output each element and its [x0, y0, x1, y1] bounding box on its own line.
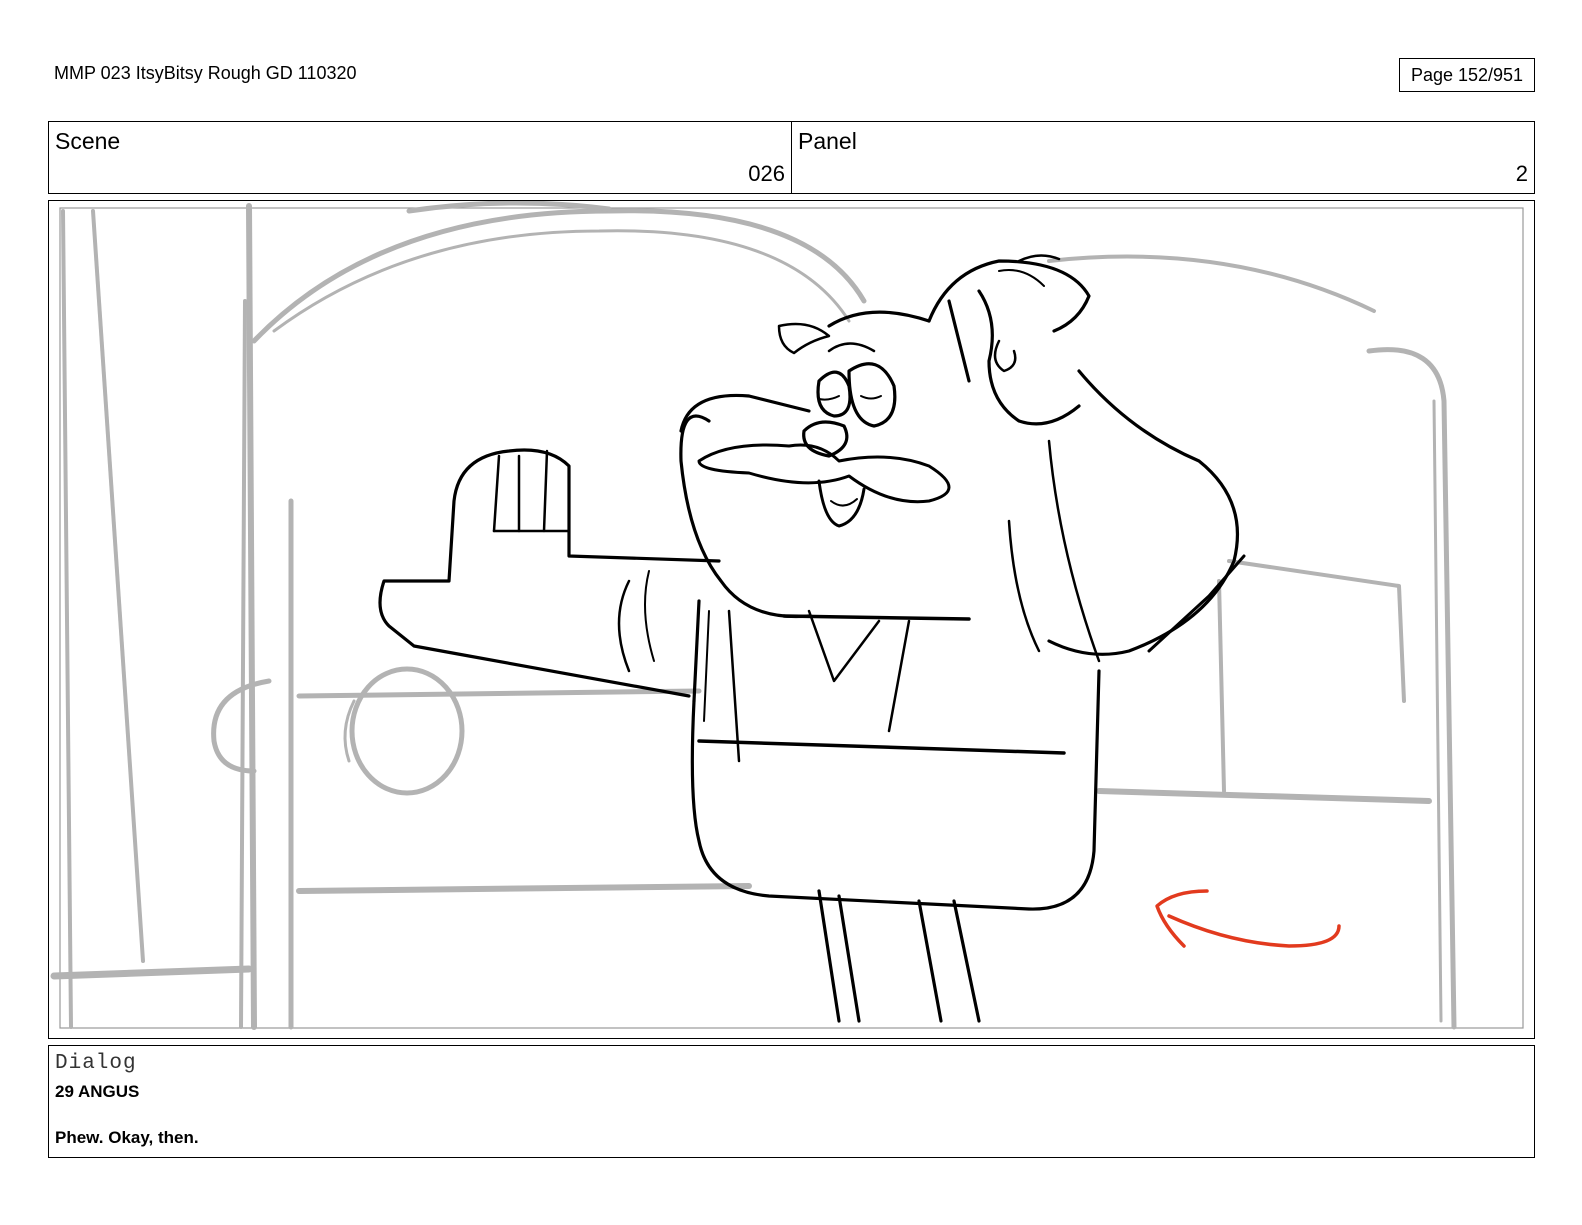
scene-number: 026 — [748, 161, 785, 186]
panel-cell: Panel 2 — [792, 122, 1534, 193]
dialog-label: Dialog — [55, 1052, 137, 1075]
storyboard-frame — [48, 200, 1535, 1039]
dialog-box: Dialog 29 ANGUS Phew. Okay, then. — [48, 1045, 1535, 1158]
scene-panel-header: Scene 026 Panel 2 — [48, 121, 1535, 194]
background-sketch — [50, 201, 1457, 1030]
panel-label: Panel — [798, 128, 857, 154]
document-title: MMP 023 ItsyBitsy Rough GD 110320 — [54, 63, 357, 83]
scene-cell: Scene 026 — [49, 122, 792, 193]
dialog-line: Phew. Okay, then. — [55, 1128, 199, 1147]
page-number: Page 152/951 — [1399, 58, 1535, 92]
character-angus — [378, 254, 1246, 1023]
motion-arrow — [1155, 889, 1341, 948]
scene-label: Scene — [55, 128, 121, 154]
dialog-speaker: 29 ANGUS — [55, 1082, 140, 1101]
panel-number: 2 — [1515, 161, 1528, 186]
storyboard-drawing — [50, 201, 1524, 1030]
